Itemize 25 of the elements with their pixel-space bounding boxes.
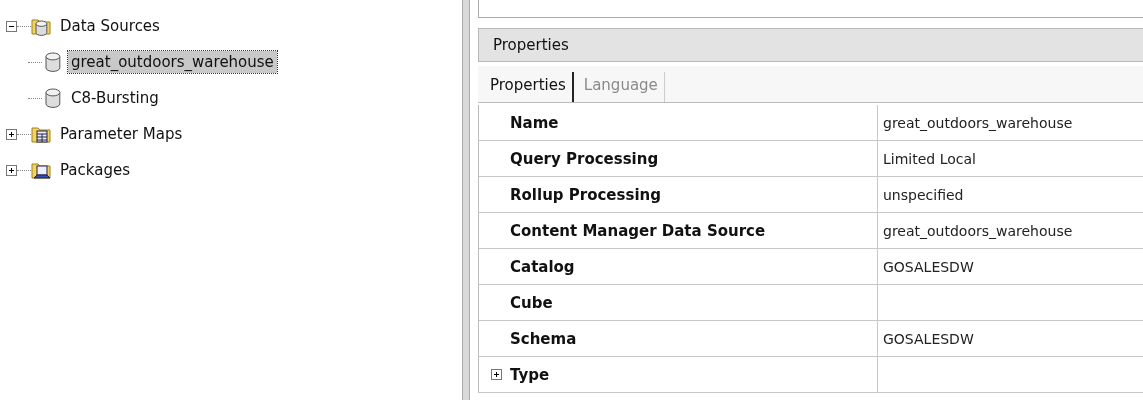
property-name: Catalog bbox=[509, 257, 575, 276]
tree-item[interactable]: C8-Bursting bbox=[68, 87, 162, 109]
property-name: Rollup Processing bbox=[509, 185, 661, 204]
collapse-icon[interactable] bbox=[6, 20, 17, 32]
expand-icon[interactable] bbox=[6, 128, 17, 140]
property-value: great_outdoors_warehouse bbox=[883, 114, 1073, 131]
tree-item[interactable]: Packages bbox=[57, 159, 133, 181]
property-value: great_outdoors_warehouse bbox=[883, 222, 1073, 239]
property-name: Content Manager Data Source bbox=[509, 221, 766, 240]
property-name: Type bbox=[510, 365, 550, 384]
tree-item[interactable]: Data Sources bbox=[57, 15, 163, 37]
expand-icon[interactable] bbox=[491, 369, 502, 380]
property-name: Name bbox=[509, 113, 559, 132]
tree-item[interactable]: great_outdoors_warehouse bbox=[68, 51, 277, 73]
expand-icon[interactable] bbox=[6, 164, 17, 176]
property-name: Schema bbox=[509, 329, 577, 348]
property-value: unspecified bbox=[883, 186, 964, 203]
property-value: Limited Local bbox=[883, 150, 976, 167]
property-name: Query Processing bbox=[509, 149, 659, 168]
panel-header: Properties bbox=[478, 28, 1143, 62]
tree-item[interactable]: Parameter Maps bbox=[57, 123, 186, 145]
property-value: GOSALESDW bbox=[883, 258, 974, 275]
property-name: Cube bbox=[509, 293, 553, 312]
tab[interactable]: Properties bbox=[488, 72, 574, 102]
property-value: GOSALESDW bbox=[883, 330, 974, 347]
